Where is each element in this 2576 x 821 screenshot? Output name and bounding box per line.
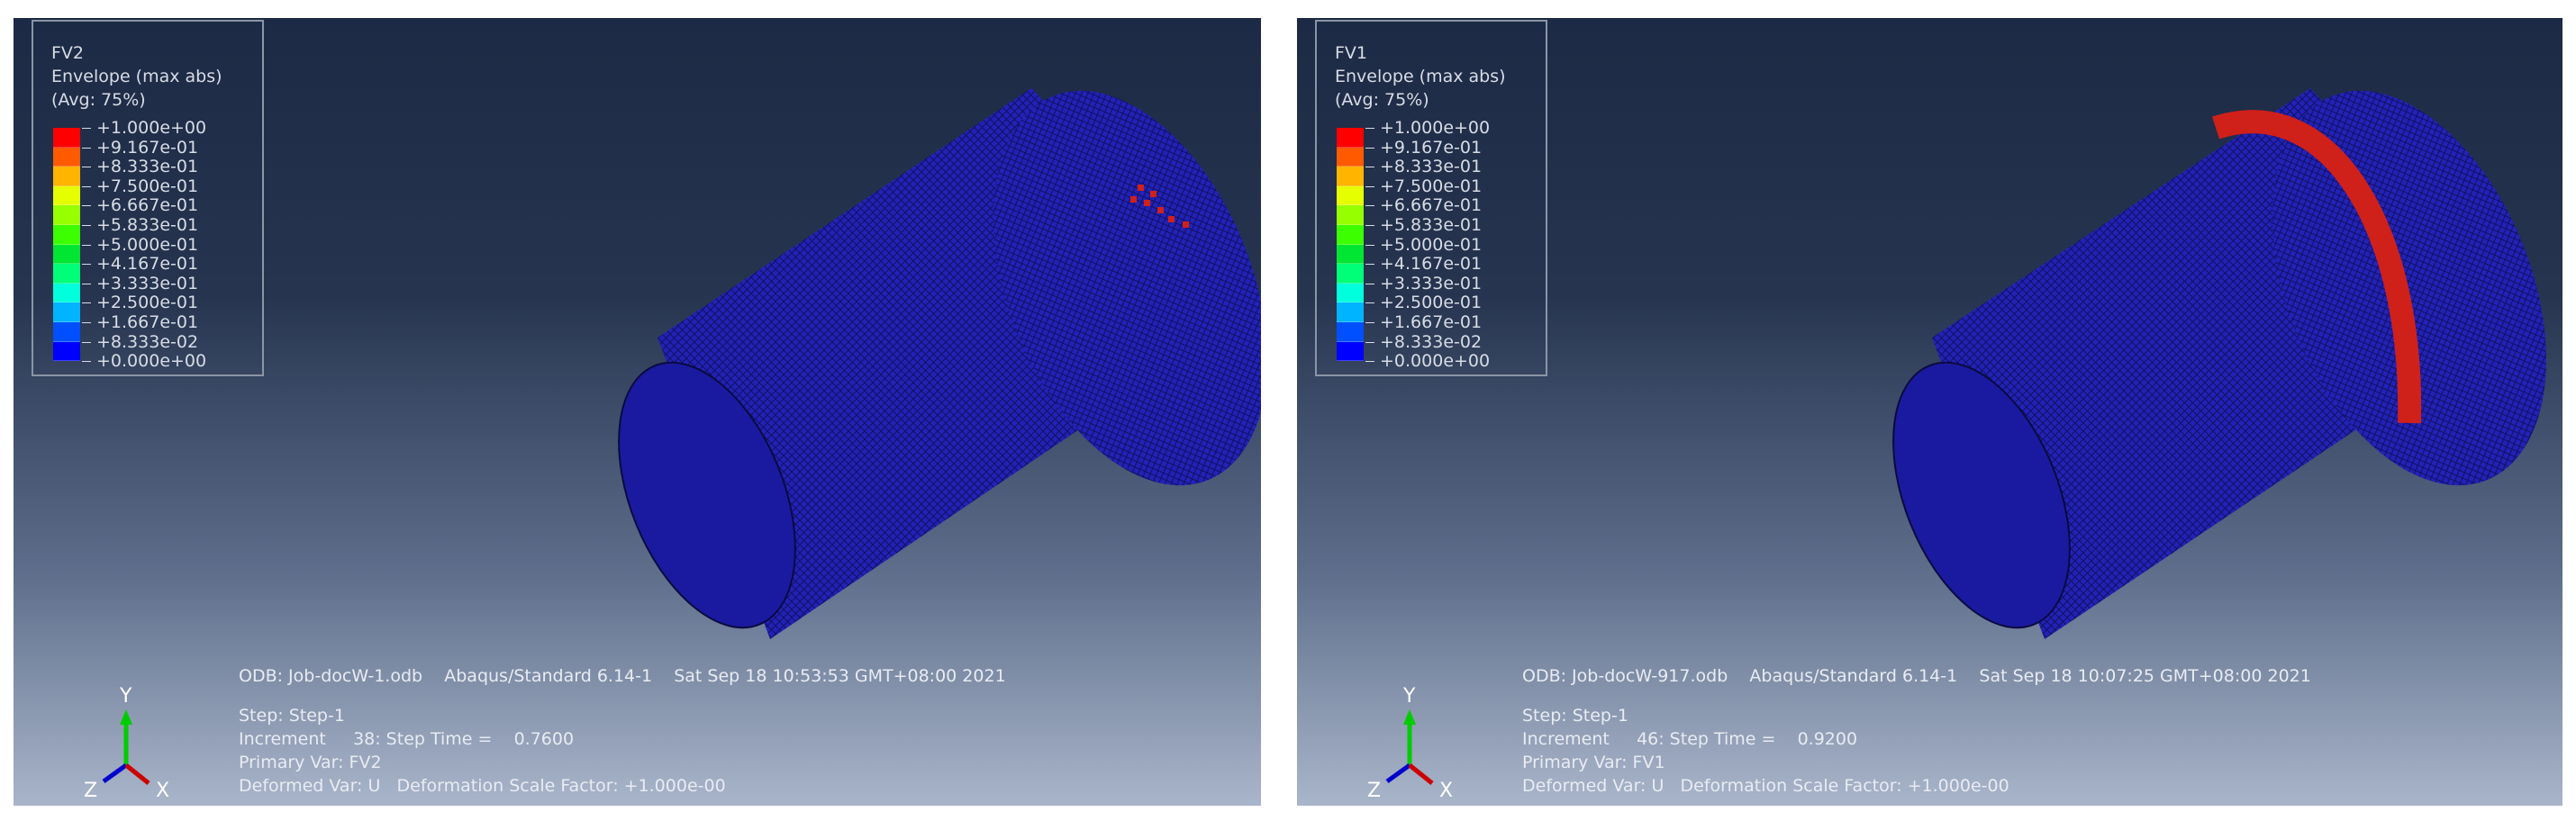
axis-triad: Y Z X <box>1367 685 1453 801</box>
deformed-var: Deformed Var: U Deformation Scale Factor… <box>1522 776 2009 796</box>
primary-var: Primary Var: FV1 <box>1522 753 1665 772</box>
increment-info: Increment 38: Step Time = 0.7600 <box>239 729 575 749</box>
increment-info: Increment 46: Step Time = 0.9200 <box>1522 729 1858 749</box>
axis-x-label: X <box>156 780 169 801</box>
primary-var: Primary Var: FV2 <box>239 753 382 772</box>
step-info: Step: Step-1 <box>239 706 345 726</box>
axis-y-label: Y <box>1402 685 1416 708</box>
axis-triad: Y Z X <box>84 685 169 801</box>
axis-z-label: Z <box>84 780 97 801</box>
axis-y-label: Y <box>119 685 132 708</box>
deformed-var: Deformed Var: U Deformation Scale Factor… <box>239 776 726 796</box>
step-info: Step: Step-1 <box>1522 706 1628 726</box>
viewport-info: ODB: Job-docW-917.odb Abaqus/Standard 6.… <box>1522 664 2311 798</box>
viewport-left[interactable]: FV2 Envelope (max abs) (Avg: 75%) +1.000… <box>14 18 1261 806</box>
axis-x-label: X <box>1439 780 1453 801</box>
odb-info: ODB: Job-docW-1.odb Abaqus/Standard 6.14… <box>239 666 1006 686</box>
viewport-right[interactable]: FV1 Envelope (max abs) (Avg: 75%) +1.000… <box>1297 18 2562 806</box>
viewport-info: ODB: Job-docW-1.odb Abaqus/Standard 6.14… <box>239 664 1006 798</box>
axis-z-label: Z <box>1367 780 1381 801</box>
odb-info: ODB: Job-docW-917.odb Abaqus/Standard 6.… <box>1522 666 2311 686</box>
